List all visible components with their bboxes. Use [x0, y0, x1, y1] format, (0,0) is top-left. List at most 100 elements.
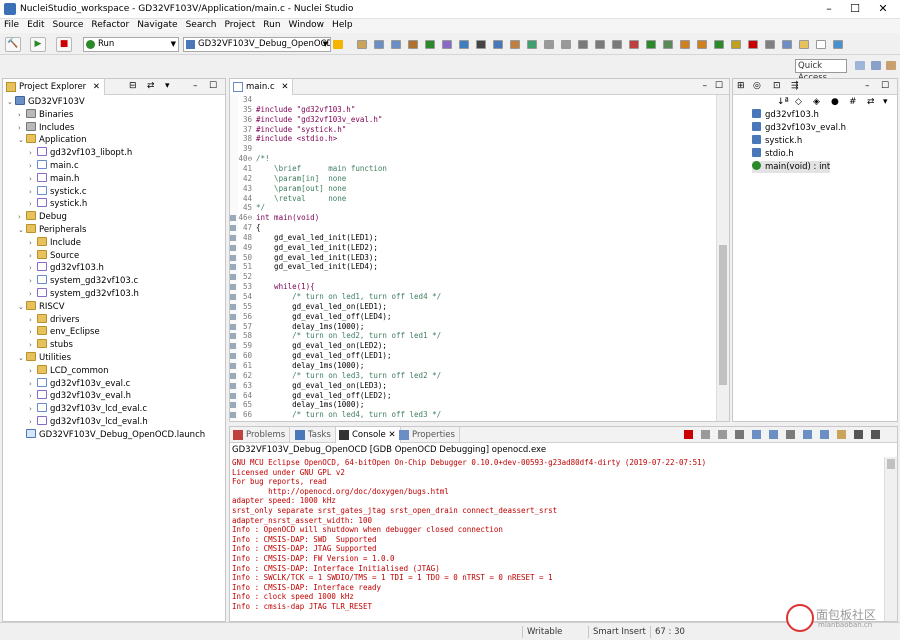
expand-open-icon[interactable]: ⌄: [18, 134, 26, 147]
terminal-icon[interactable]: [476, 40, 486, 49]
settings-icon[interactable]: [333, 40, 343, 49]
new-folder-icon[interactable]: [799, 40, 809, 49]
scroll-lock-icon[interactable]: [752, 430, 761, 439]
code-line[interactable]: {: [256, 223, 261, 232]
tree-item[interactable]: › gd32vf103_libopt.h: [3, 147, 132, 160]
next-annotation-icon[interactable]: [544, 40, 554, 49]
minimize-view-icon[interactable]: –: [703, 81, 708, 91]
tree-item[interactable]: ⌄ Peripherals: [3, 224, 86, 237]
outline-item[interactable]: gd32vf103.h: [752, 109, 819, 121]
expand-closed-icon[interactable]: ›: [29, 314, 37, 327]
menu-source[interactable]: Source: [49, 19, 88, 30]
coverage-icon[interactable]: [646, 40, 656, 49]
tree-item[interactable]: › systick.h: [3, 198, 87, 211]
tree-item[interactable]: › Include: [3, 236, 81, 250]
code-line[interactable]: /*!: [256, 154, 270, 163]
menu-run[interactable]: Run: [259, 19, 284, 30]
code-line[interactable]: #include "gd32vf103.h": [256, 105, 355, 114]
tab-tasks[interactable]: Tasks: [292, 427, 336, 443]
forward-icon[interactable]: [612, 40, 622, 49]
menu-help[interactable]: Help: [328, 19, 357, 30]
tab-console[interactable]: Console ✕: [336, 427, 401, 443]
new-icon[interactable]: [357, 40, 367, 49]
menu-search[interactable]: Search: [182, 19, 221, 30]
last-edit-icon[interactable]: [578, 40, 588, 49]
minimize-icon[interactable]: –: [822, 2, 836, 16]
step-over-icon[interactable]: [697, 40, 707, 49]
tree-item[interactable]: › Source: [3, 249, 79, 263]
hide-static-icon[interactable]: ◈: [813, 97, 820, 107]
quick-access-input[interactable]: Quick Access: [795, 59, 847, 83]
menu-edit[interactable]: Edit: [23, 19, 48, 30]
tree-item[interactable]: › LCD_common: [3, 364, 109, 378]
code-area[interactable]: 34 35 #include "gd32vf103.h" 36 #include "gd…: [230, 95, 715, 421]
sort-icon[interactable]: ↓ª: [777, 97, 789, 107]
expand-open-icon[interactable]: ⌄: [7, 96, 15, 109]
debug-icon[interactable]: [425, 40, 435, 49]
display-console-icon[interactable]: [820, 430, 829, 439]
prev-annotation-icon[interactable]: [561, 40, 571, 49]
expand-closed-icon[interactable]: ›: [29, 160, 37, 173]
tree-item[interactable]: › systick.c: [3, 185, 87, 199]
tree-item[interactable]: › gd32vf103v_eval.c: [3, 377, 130, 391]
code-line[interactable]: \param[out] none: [256, 184, 346, 193]
tree-item[interactable]: › main.c: [3, 160, 79, 173]
tree-item[interactable]: ⌄ GD32VF103V: [3, 96, 85, 109]
code-line[interactable]: /* turn on led3, turn off led2 */: [256, 371, 441, 380]
group-includes-icon[interactable]: #: [849, 97, 857, 107]
outline-item[interactable]: gd32vf103v_eval.h: [752, 122, 846, 134]
code-line[interactable]: gd_eval_led_init(LED4);: [256, 262, 378, 271]
view-menu-icon[interactable]: ▾: [883, 97, 888, 107]
suspend-icon[interactable]: [731, 40, 741, 49]
tree-item[interactable]: › gd32vf103v_eval.h: [3, 390, 131, 403]
expand-closed-icon[interactable]: ›: [29, 275, 37, 288]
code-line[interactable]: gd_eval_led_off(LED4);: [256, 312, 391, 321]
menu-file[interactable]: File: [0, 19, 23, 30]
outline-item[interactable]: systick.h: [752, 135, 802, 147]
tab-project-explorer[interactable]: Project Explorer ✕: [3, 79, 106, 95]
scrollbar-thumb[interactable]: [887, 459, 895, 469]
launch-config-select[interactable]: GD32VF103V_Debug_OpenOCD ▼: [183, 37, 331, 52]
code-line[interactable]: while(1){: [256, 282, 315, 291]
pin-console-icon[interactable]: [786, 430, 795, 439]
profile-icon[interactable]: [459, 40, 469, 49]
expand-closed-icon[interactable]: ›: [29, 378, 37, 391]
tree-item[interactable]: › system_gd32vf103.c: [3, 275, 138, 288]
expand-closed-icon[interactable]: ›: [29, 326, 37, 339]
expand-open-icon[interactable]: ⌄: [18, 352, 26, 365]
tree-item[interactable]: ⌄ RISCV: [3, 300, 65, 314]
tree-item[interactable]: GD32VF103V_Debug_OpenOCD.launch: [3, 428, 205, 442]
code-line[interactable]: /* turn on led1, turn off led4 */: [256, 292, 441, 301]
stop-icon[interactable]: ■: [56, 37, 72, 52]
toggle-mark-icon[interactable]: [663, 40, 673, 49]
expand-closed-icon[interactable]: ›: [18, 122, 26, 135]
expand-closed-icon[interactable]: ›: [29, 403, 37, 416]
expand-closed-icon[interactable]: ›: [29, 416, 37, 429]
menu-navigate[interactable]: Navigate: [133, 19, 181, 30]
word-wrap-icon[interactable]: [769, 430, 778, 439]
code-line[interactable]: #include "systick.h": [256, 125, 346, 134]
tree-item[interactable]: › gd32vf103v_lcd_eval.c: [3, 403, 147, 416]
console-scrollbar[interactable]: [884, 457, 897, 621]
collapse-all-icon[interactable]: ⊟: [129, 81, 137, 91]
disconnect-icon[interactable]: [765, 40, 775, 49]
include-browser-icon[interactable]: ⊡: [773, 81, 781, 91]
step-into-icon[interactable]: [680, 40, 690, 49]
tree-item[interactable]: › Binaries: [3, 108, 73, 122]
save-icon[interactable]: [374, 40, 384, 49]
code-line[interactable]: gd_eval_led_init(LED3);: [256, 253, 378, 262]
code-line[interactable]: delay_1ms(1000);: [256, 361, 364, 370]
minimize-view-icon[interactable]: –: [865, 81, 870, 91]
c-perspective-icon[interactable]: [886, 61, 896, 70]
code-line[interactable]: #include "gd32vf103v_eval.h": [256, 115, 382, 124]
code-line[interactable]: /* turn on led4, turn off led3 */: [256, 410, 441, 419]
code-line[interactable]: gd_eval_led_on(LED2);: [256, 341, 387, 350]
tree-item[interactable]: › main.h: [3, 172, 79, 186]
code-line[interactable]: gd_eval_led_on(LED3);: [256, 381, 387, 390]
code-line[interactable]: \param[in] none: [256, 174, 346, 183]
expand-closed-icon[interactable]: ›: [29, 250, 37, 263]
build-all-icon[interactable]: [408, 40, 418, 49]
terminate-icon[interactable]: [748, 40, 758, 49]
maximize-view-icon[interactable]: ☐: [881, 81, 889, 91]
maximize-view-icon[interactable]: ☐: [715, 81, 723, 91]
